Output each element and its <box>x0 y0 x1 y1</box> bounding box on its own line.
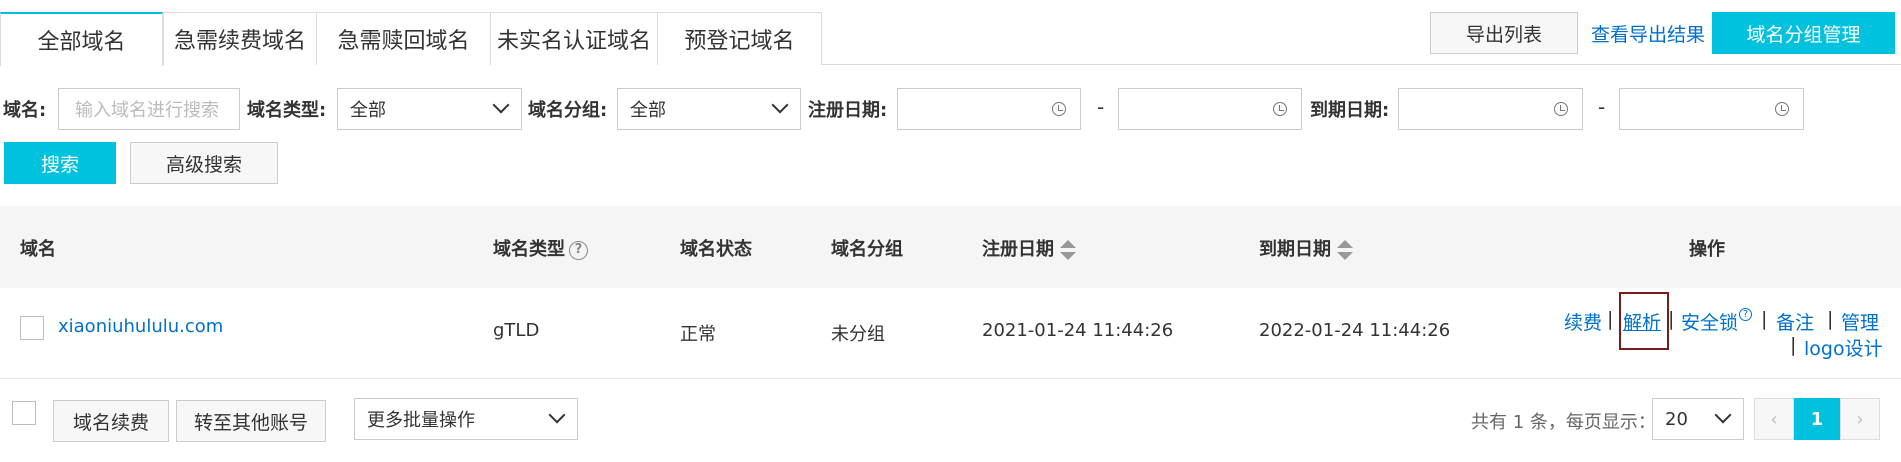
cell-expire-date: 2022-01-24 11:44:26 <box>1259 320 1451 341</box>
expire-date-separator: - <box>1598 95 1606 119</box>
expire-date-label: 到期日期: <box>1310 100 1390 121</box>
tab-redeem-urgent[interactable]: 急需赎回域名 <box>317 12 491 65</box>
transfer-account-button[interactable]: 转至其他账号 <box>176 400 326 442</box>
security-lock-link[interactable]: 安全锁? <box>1681 308 1753 335</box>
col-expire-date[interactable]: 到期日期 <box>1259 235 1353 261</box>
action-separator: | <box>1668 308 1675 330</box>
clock-icon <box>1052 102 1066 116</box>
batch-actions-value: 更多批量操作 <box>367 410 475 431</box>
tab-preregistered[interactable]: 预登记域名 <box>658 12 822 65</box>
action-separator: | <box>1607 308 1614 330</box>
chevron-down-icon <box>548 406 566 424</box>
manage-link[interactable]: 管理 <box>1841 308 1879 335</box>
sort-icon[interactable] <box>1060 240 1076 260</box>
help-icon[interactable]: ? <box>569 240 588 260</box>
clock-icon <box>1273 102 1287 116</box>
col-actions: 操作 <box>1689 239 1725 260</box>
renew-link[interactable]: 续费 <box>1564 308 1602 335</box>
reg-date-end-input[interactable] <box>1118 88 1302 130</box>
cell-reg-date: 2021-01-24 11:44:26 <box>982 320 1174 341</box>
type-filter-label: 域名类型: <box>247 100 327 121</box>
col-type: 域名类型? <box>493 235 588 261</box>
type-select[interactable]: 全部 <box>337 88 522 130</box>
prev-page-button[interactable]: ‹ <box>1754 398 1794 440</box>
clock-icon <box>1775 102 1789 116</box>
tab-all-domains[interactable]: 全部域名 <box>0 12 163 66</box>
tab-renew-urgent[interactable]: 急需续费域名 <box>163 12 317 65</box>
chevron-down-icon <box>492 96 510 114</box>
page-1-button[interactable]: 1 <box>1794 398 1840 440</box>
batch-actions-select[interactable]: 更多批量操作 <box>354 398 578 440</box>
action-separator: | <box>1761 308 1768 330</box>
resolve-link[interactable]: 解析 <box>1623 308 1661 335</box>
logo-design-link[interactable]: logo设计 <box>1804 334 1883 361</box>
note-link[interactable]: 备注 <box>1776 308 1814 335</box>
batch-renew-button[interactable]: 域名续费 <box>53 400 169 442</box>
action-separator: | <box>1827 308 1834 330</box>
col-reg-date-label: 注册日期 <box>982 239 1054 260</box>
tab-unverified[interactable]: 未实名认证域名 <box>491 12 658 65</box>
advanced-search-button[interactable]: 高级搜索 <box>130 142 278 184</box>
reg-date-label: 注册日期: <box>808 100 888 121</box>
pagination-total: 共有 1 条，每页显示： <box>1471 412 1656 433</box>
group-select-value: 全部 <box>630 100 666 121</box>
cell-group: 未分组 <box>831 324 885 345</box>
row-divider <box>0 378 1901 379</box>
clock-icon <box>1554 102 1568 116</box>
domain-search-input[interactable]: 输入域名进行搜索 <box>58 88 240 130</box>
action-separator: | <box>1790 334 1797 356</box>
row-checkbox[interactable] <box>20 316 44 340</box>
page-size-value: 20 <box>1665 408 1688 430</box>
select-all-checkbox[interactable] <box>12 401 36 425</box>
domain-filter-label: 域名: <box>3 100 47 121</box>
reg-date-separator: - <box>1097 95 1105 119</box>
group-filter-label: 域名分组: <box>528 100 608 121</box>
col-reg-date[interactable]: 注册日期 <box>982 235 1076 261</box>
group-select[interactable]: 全部 <box>617 88 801 130</box>
help-icon[interactable]: ? <box>1739 308 1753 321</box>
security-lock-label: 安全锁 <box>1681 312 1739 334</box>
sort-icon[interactable] <box>1337 240 1353 260</box>
expire-date-start-input[interactable] <box>1398 88 1583 130</box>
cell-status: 正常 <box>680 324 716 345</box>
view-export-link[interactable]: 查看导出结果 <box>1591 20 1705 47</box>
col-expire-date-label: 到期日期 <box>1259 239 1331 260</box>
cell-type: gTLD <box>493 320 540 341</box>
chevron-down-icon <box>771 96 789 114</box>
table-header <box>0 206 1901 288</box>
chevron-down-icon <box>1714 406 1732 424</box>
col-group: 域名分组 <box>831 239 903 260</box>
next-page-button[interactable]: › <box>1840 398 1880 440</box>
col-type-label: 域名类型 <box>493 239 565 260</box>
type-select-value: 全部 <box>350 100 386 121</box>
domain-link[interactable]: xiaoniuhululu.com <box>58 316 223 337</box>
col-domain: 域名 <box>20 239 56 260</box>
col-status: 域名状态 <box>680 239 752 260</box>
reg-date-start-input[interactable] <box>897 88 1081 130</box>
page-size-select[interactable]: 20 <box>1652 398 1744 440</box>
export-list-button[interactable]: 导出列表 <box>1430 12 1578 54</box>
expire-date-end-input[interactable] <box>1619 88 1804 130</box>
group-manage-button[interactable]: 域名分组管理 <box>1712 12 1895 54</box>
search-button[interactable]: 搜索 <box>4 142 116 184</box>
